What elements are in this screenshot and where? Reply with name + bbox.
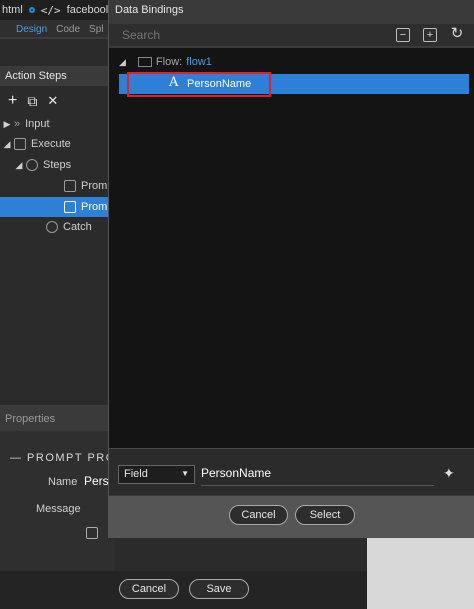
search-bar bbox=[109, 24, 474, 46]
action-steps-toolbar: + ⧉ ✕ bbox=[0, 88, 115, 114]
tab-facebook[interactable]: facebool bbox=[67, 4, 109, 16]
tree-item-prompt[interactable]: Promp bbox=[0, 176, 115, 196]
field-type-select[interactable]: Field ▼ bbox=[118, 465, 195, 484]
tree-label: Execute bbox=[31, 138, 71, 150]
tree-label: Input bbox=[25, 118, 50, 130]
modified-dot-icon bbox=[28, 7, 35, 13]
select-button[interactable]: Select bbox=[295, 505, 355, 525]
alert-icon bbox=[46, 221, 58, 233]
tree-item-prompt-selected[interactable]: Promp bbox=[0, 197, 115, 217]
select-value: Field bbox=[124, 468, 148, 480]
copy-step-icon[interactable]: ⧉ bbox=[27, 93, 37, 110]
expand-arrow-icon[interactable]: ▶ bbox=[0, 119, 14, 130]
dialog-title: Data Bindings bbox=[115, 4, 184, 16]
prompt-icon bbox=[64, 180, 76, 192]
delete-step-icon[interactable]: ✕ bbox=[47, 93, 58, 109]
search-input[interactable] bbox=[122, 28, 322, 42]
name-label: Name bbox=[48, 476, 78, 488]
collapse-arrow-icon[interactable]: ◢ bbox=[119, 57, 126, 68]
section-title: — PROMPT PRO bbox=[10, 452, 116, 464]
tree-label: Steps bbox=[43, 159, 72, 171]
cancel-button[interactable]: Cancel bbox=[119, 579, 179, 599]
flow-value: flow1 bbox=[186, 56, 212, 68]
tab-design[interactable]: Design bbox=[16, 24, 47, 35]
add-step-icon[interactable]: + bbox=[8, 92, 17, 110]
tab-html[interactable]: html bbox=[2, 4, 23, 16]
chevron-down-icon: ▼ bbox=[181, 469, 189, 478]
play-icon bbox=[26, 159, 38, 171]
tree-item-input[interactable]: ▶ » Input bbox=[0, 114, 115, 134]
code-file-icon: </> bbox=[40, 3, 61, 17]
field-value[interactable]: PersonName bbox=[201, 466, 271, 480]
data-bindings-dialog: Data Bindings − + ↻ ◢ Flow: flow1 A Pers… bbox=[108, 0, 474, 538]
collapse-arrow-icon[interactable]: ◢ bbox=[12, 160, 26, 171]
expand-all-icon[interactable]: + bbox=[423, 28, 437, 42]
tree-item-flow[interactable]: ◢ Flow: flow1 bbox=[119, 56, 212, 68]
cube-icon bbox=[14, 138, 26, 150]
divider bbox=[0, 37, 115, 39]
tree-item-execute[interactable]: ◢ Execute bbox=[0, 134, 115, 154]
action-steps-header: Action Steps bbox=[0, 66, 115, 86]
dialog-cancel-button[interactable]: Cancel bbox=[229, 505, 288, 525]
flow-icon bbox=[137, 57, 152, 67]
collapse-all-icon[interactable]: − bbox=[396, 28, 410, 42]
input-icon: » bbox=[14, 118, 21, 130]
tab-code[interactable]: Code bbox=[56, 24, 80, 35]
tab-split[interactable]: Spl bbox=[89, 24, 103, 35]
properties-header: Properties bbox=[0, 405, 115, 431]
collapse-arrow-icon[interactable]: ◢ bbox=[0, 139, 14, 150]
background-area bbox=[367, 538, 474, 609]
save-button[interactable]: Save bbox=[189, 579, 249, 599]
view-mode-tabs: Design Code Spl bbox=[0, 20, 115, 38]
refresh-icon[interactable]: ↻ bbox=[450, 26, 464, 42]
field-selector-area: Field ▼ PersonName ✦ bbox=[109, 448, 474, 495]
dialog-footer: Cancel Select bbox=[109, 496, 474, 538]
message-label: Message bbox=[36, 503, 81, 515]
highlight-box bbox=[127, 72, 271, 97]
tree-item-steps[interactable]: ◢ Steps bbox=[0, 155, 115, 175]
field-underline bbox=[201, 485, 434, 486]
flow-label: Flow: bbox=[155, 56, 183, 68]
bindings-tree: ◢ Flow: flow1 A PersonName bbox=[109, 48, 474, 448]
tree-item-personname[interactable]: A PersonName bbox=[119, 72, 469, 97]
option-checkbox[interactable] bbox=[86, 527, 98, 539]
prompt-icon bbox=[64, 201, 76, 213]
tree-label: Catch bbox=[63, 221, 92, 233]
tree-item-catch[interactable]: Catch bbox=[0, 217, 115, 237]
bottom-bar bbox=[0, 571, 367, 609]
magic-wand-icon[interactable]: ✦ bbox=[443, 465, 455, 482]
